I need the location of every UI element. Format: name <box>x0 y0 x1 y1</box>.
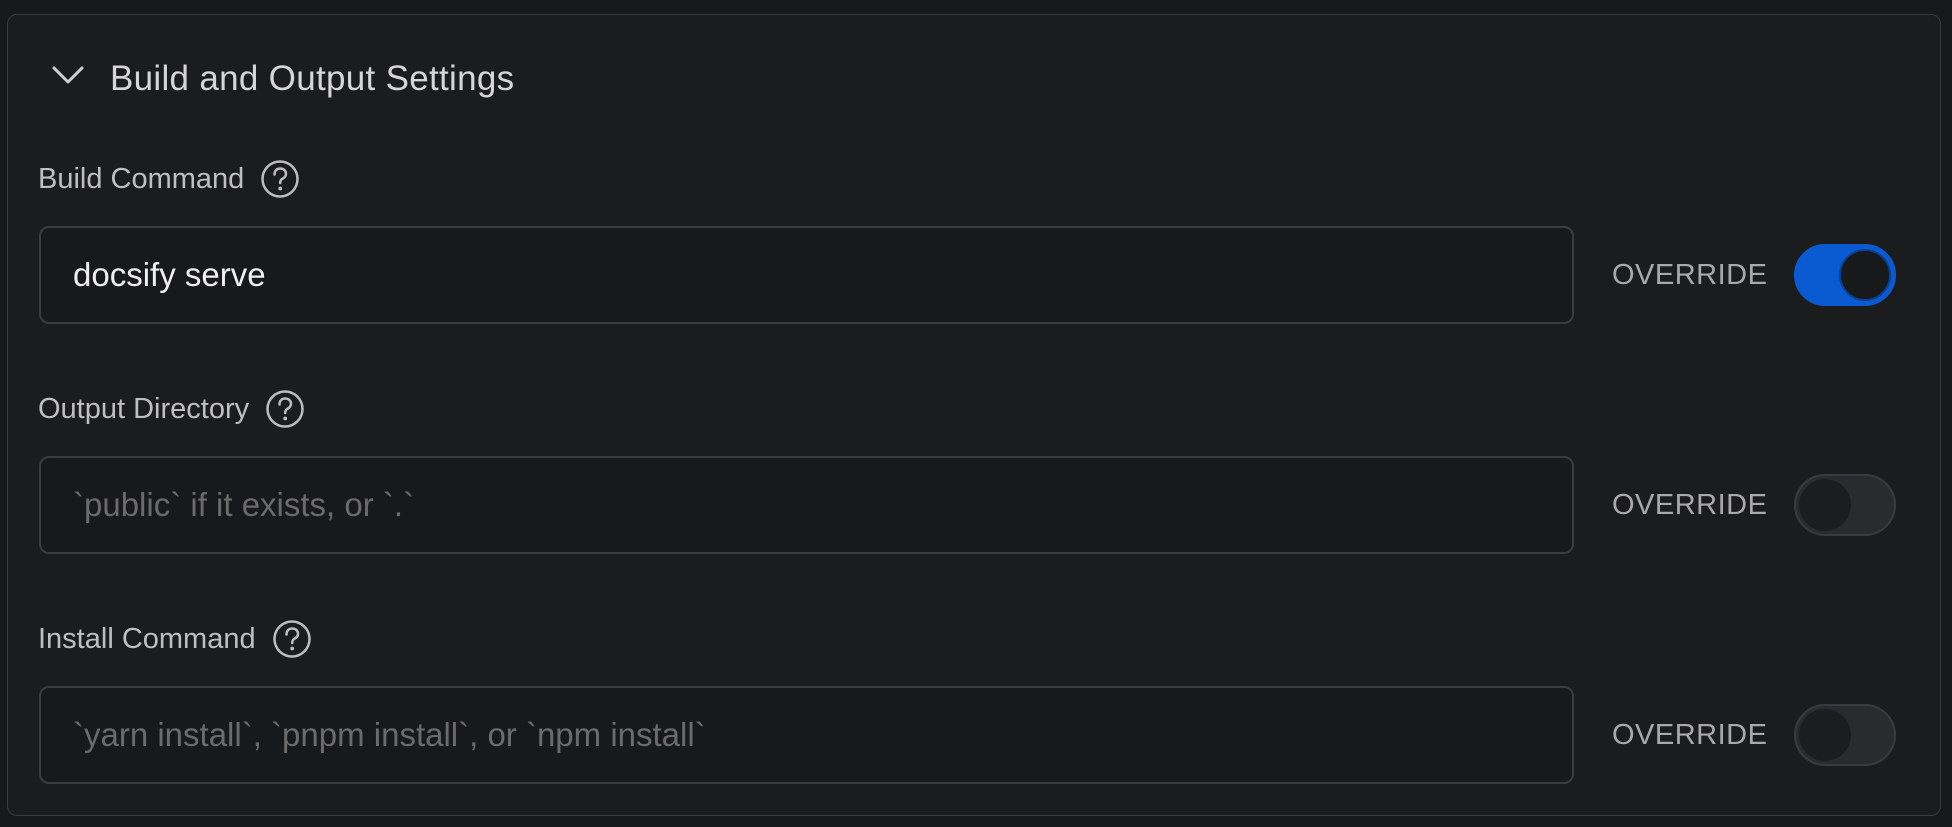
install-command-override-toggle[interactable] <box>1794 704 1896 766</box>
output-directory-override-label: OVERRIDE <box>1612 489 1768 521</box>
output-directory-override-toggle[interactable] <box>1794 474 1896 536</box>
build-command-override-toggle[interactable] <box>1794 244 1896 306</box>
chevron-down-icon[interactable] <box>48 55 88 95</box>
build-command-input[interactable]: docsify serve <box>39 226 1574 324</box>
output-directory-input[interactable]: `public` if it exists, or `.` <box>39 456 1574 554</box>
install-command-placeholder: `yarn install`, `pnpm install`, or `npm … <box>73 716 706 753</box>
question-circle-icon[interactable] <box>260 159 300 199</box>
toggle-knob <box>1799 709 1851 761</box>
build-command-label: Build Command <box>38 163 245 195</box>
output-directory-placeholder: `public` if it exists, or `.` <box>73 486 415 523</box>
install-command-label-row: Install Command <box>38 616 312 662</box>
output-directory-label-row: Output Directory <box>38 386 305 432</box>
install-command-input[interactable]: `yarn install`, `pnpm install`, or `npm … <box>39 686 1574 784</box>
build-output-settings-panel: Build and Output Settings Build Command … <box>7 14 1941 816</box>
build-command-value: docsify serve <box>73 256 266 293</box>
toggle-knob <box>1839 249 1891 301</box>
output-directory-label: Output Directory <box>38 393 250 425</box>
question-circle-icon[interactable] <box>272 619 312 659</box>
section-header[interactable]: Build and Output Settings <box>8 15 1940 115</box>
toggle-knob <box>1799 479 1851 531</box>
question-circle-icon[interactable] <box>265 389 305 429</box>
build-command-override-label: OVERRIDE <box>1612 259 1768 291</box>
install-command-label: Install Command <box>38 623 256 655</box>
build-command-label-row: Build Command <box>38 156 300 202</box>
section-title: Build and Output Settings <box>110 59 515 98</box>
install-command-override-label: OVERRIDE <box>1612 719 1768 751</box>
